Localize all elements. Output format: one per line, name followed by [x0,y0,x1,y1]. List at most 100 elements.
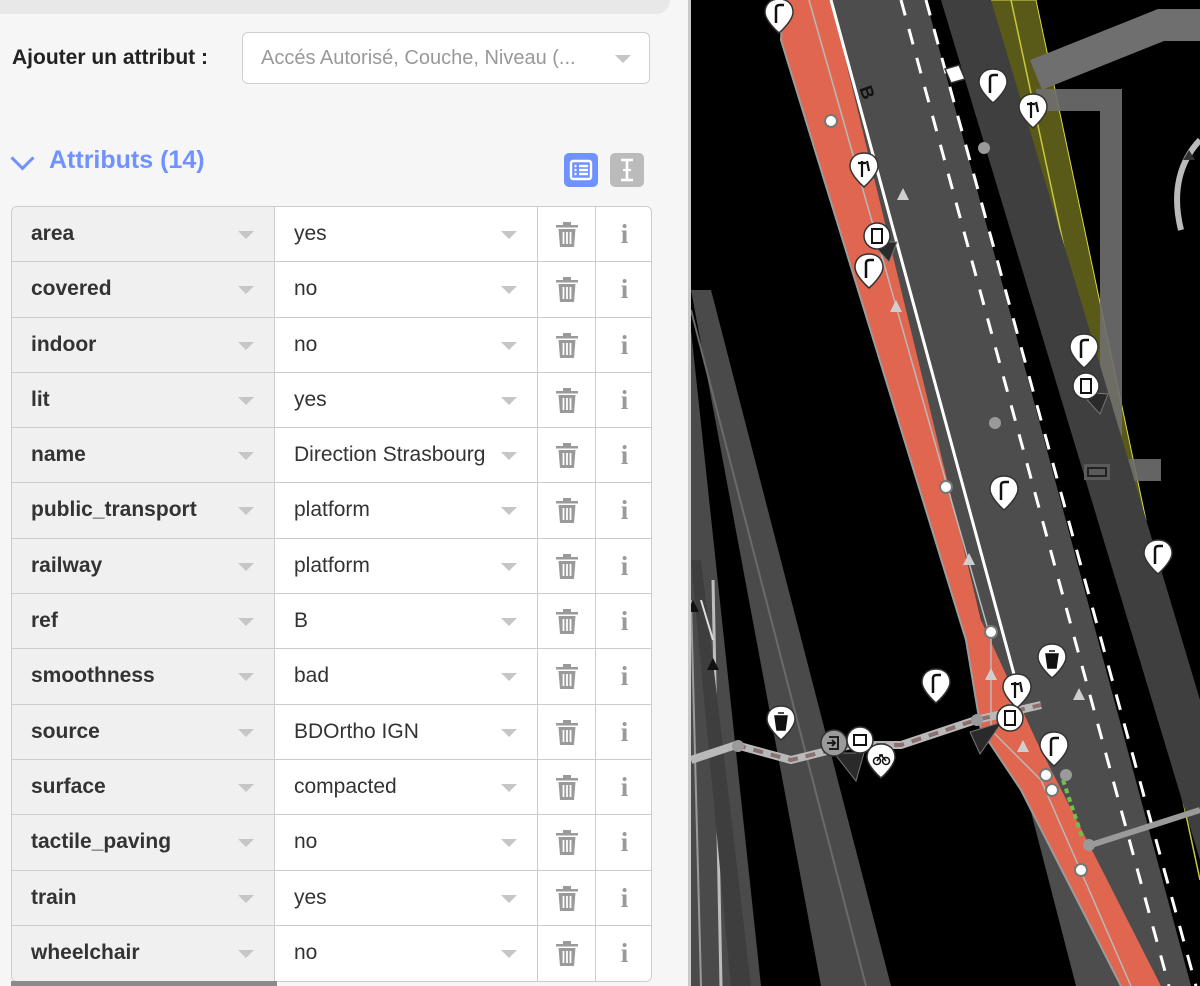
chevron-down-icon[interactable] [501,341,517,350]
tag-info-button[interactable]: i [596,262,651,317]
tag-key[interactable]: public_transport [31,498,197,522]
tag-value[interactable]: compacted [294,775,504,799]
chevron-down-icon[interactable] [238,949,254,958]
tag-key-combobox[interactable]: train [12,870,275,925]
chevron-down-icon[interactable] [501,949,517,958]
chevron-down-icon[interactable] [501,618,517,627]
bench-icon[interactable] [1084,464,1110,480]
street-lamp-pin-icon[interactable] [921,668,951,704]
tag-info-button[interactable]: i [596,925,651,982]
delete-tag-button[interactable] [538,428,596,483]
chevron-down-icon[interactable] [238,231,254,239]
tag-info-button[interactable]: i [596,428,651,483]
tag-key[interactable]: indoor [31,333,96,357]
chevron-down-icon[interactable] [238,396,254,405]
tag-value-combobox[interactable]: no [275,262,538,317]
tag-key[interactable]: source [31,720,100,744]
preset-card[interactable] [0,0,670,14]
delete-tag-button[interactable] [538,649,596,704]
tag-value[interactable]: no [294,333,504,357]
bicycle-parking-pin-icon[interactable] [866,743,896,779]
tag-key[interactable]: wheelchair [31,941,140,965]
tag-key-combobox[interactable]: tactile_paving [12,815,275,870]
tag-value-combobox[interactable]: yes [275,372,538,428]
delete-tag-button[interactable] [538,372,596,428]
tag-key[interactable]: ref [31,609,58,633]
tag-key[interactable]: area [31,222,74,246]
tag-key[interactable]: railway [31,554,102,578]
tag-value-combobox[interactable]: yes [275,870,538,925]
chevron-down-icon[interactable] [501,894,517,903]
chevron-down-icon[interactable] [501,231,517,239]
chevron-down-icon[interactable] [501,728,517,737]
tag-key-combobox[interactable]: area [12,207,275,262]
add-attribute-combobox[interactable] [242,32,650,84]
tag-key-combobox[interactable]: surface [12,759,275,815]
tag-key[interactable]: covered [31,277,112,301]
tag-info-button[interactable]: i [596,815,651,870]
chevron-down-icon[interactable] [238,839,254,848]
delete-tag-button[interactable] [538,483,596,538]
tag-value-combobox[interactable]: platform [275,483,538,538]
chevron-down-icon[interactable] [238,783,254,792]
tag-info-button[interactable]: i [596,207,651,262]
tag-key-combobox[interactable]: railway [12,538,275,594]
chevron-down-icon[interactable] [238,286,254,295]
tag-value-combobox[interactable]: yes [275,207,538,262]
tag-info-button[interactable]: i [596,594,651,649]
list-view-button[interactable] [564,153,598,187]
building-outline[interactable] [1030,8,1200,90]
tag-value[interactable]: no [294,277,504,301]
chevron-down-icon[interactable] [501,507,517,516]
tag-key-combobox[interactable]: source [12,704,275,759]
tag-key-combobox[interactable]: lit [12,372,275,428]
tag-key-combobox[interactable]: public_transport [12,483,275,538]
map-view[interactable]: B [691,0,1200,986]
tag-key-combobox[interactable]: wheelchair [12,925,275,982]
chevron-down-icon[interactable] [238,341,254,350]
tag-info-button[interactable]: i [596,538,651,594]
tag-key-combobox[interactable]: name [12,428,275,483]
chevron-down-icon[interactable] [238,618,254,627]
tag-value[interactable]: yes [294,886,504,910]
tag-value-combobox[interactable]: platform [275,538,538,594]
attributes-section-header[interactable]: Attributs (14) [10,140,652,187]
tag-value[interactable]: yes [294,388,504,412]
delete-tag-button[interactable] [538,925,596,982]
delete-tag-button[interactable] [538,207,596,262]
tag-key-combobox[interactable]: covered [12,262,275,317]
delete-tag-button[interactable] [538,759,596,815]
chevron-down-icon[interactable] [501,839,517,848]
attributes-section-title[interactable]: Attributs (14) [49,146,205,175]
tag-key[interactable]: name [31,443,86,467]
tag-value[interactable]: bad [294,664,504,688]
chevron-down-icon[interactable] [501,562,517,571]
tag-info-button[interactable]: i [596,649,651,704]
tag-key[interactable]: surface [31,775,106,799]
tag-value[interactable]: Direction Strasbourg [294,443,504,467]
tag-info-button[interactable]: i [596,317,651,372]
chevron-down-icon[interactable] [501,286,517,295]
text-view-button[interactable] [610,153,644,187]
tag-info-button[interactable]: i [596,372,651,428]
tag-info-button[interactable]: i [596,870,651,925]
tag-info-button[interactable]: i [596,483,651,538]
tag-value[interactable]: platform [294,554,504,578]
tag-value-combobox[interactable]: bad [275,649,538,704]
map-canvas[interactable]: B [691,0,1200,986]
tag-key-combobox[interactable]: ref [12,594,275,649]
tag-value-combobox[interactable]: no [275,925,538,982]
tag-key[interactable]: tactile_paving [31,830,171,854]
delete-tag-button[interactable] [538,317,596,372]
combobox-caret-icon[interactable] [615,55,631,63]
tag-key[interactable]: train [31,886,77,910]
tag-value-combobox[interactable]: Direction Strasbourg [275,428,538,483]
tag-value-combobox[interactable]: no [275,815,538,870]
chevron-down-icon[interactable] [501,396,517,405]
add-attribute-input[interactable] [243,33,621,83]
delete-tag-button[interactable] [538,815,596,870]
tag-value-combobox[interactable]: BDOrtho IGN [275,704,538,759]
chevron-down-icon[interactable] [501,783,517,792]
tag-value-combobox[interactable]: compacted [275,759,538,815]
tag-key[interactable]: smoothness [31,664,155,688]
